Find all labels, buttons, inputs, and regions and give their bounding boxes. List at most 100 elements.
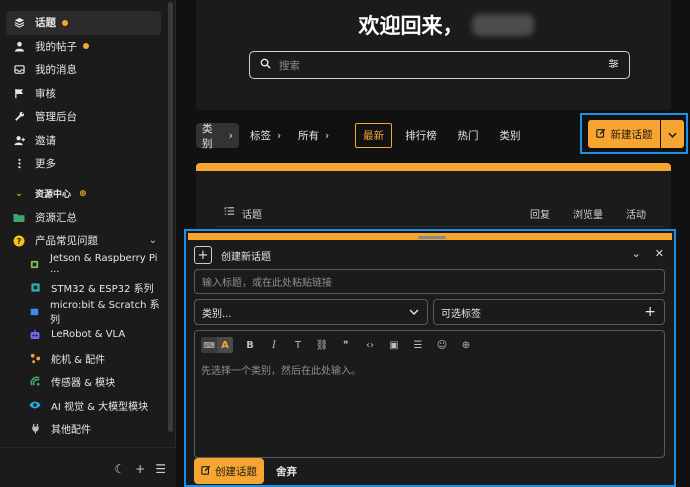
sidebar-item-invite[interactable]: 邀请 bbox=[6, 129, 161, 153]
create-topic-label: 创建话题 bbox=[215, 465, 257, 478]
chevron-down-icon: ⌄ bbox=[15, 188, 23, 199]
unread-dot bbox=[62, 19, 68, 26]
keyboard-icon[interactable]: ⌨ bbox=[201, 337, 217, 353]
editor-placeholder: 先选择一个类别，然后在此处输入。 bbox=[201, 366, 361, 377]
sidebar-item-label: LeRobot & VLA bbox=[51, 329, 126, 341]
sidebar-item-topics[interactable]: 话题 bbox=[6, 11, 161, 35]
rich-text-icon[interactable]: A bbox=[217, 337, 233, 353]
composer-editor[interactable]: ⌨ A B I T ⛓ ❞ ‹› ▣ ☰ ☺ ⊕ 先选择一个类别，然后在此处输入… bbox=[194, 330, 665, 458]
new-topic-button[interactable]: 新建话题 bbox=[588, 120, 660, 148]
sidebar-section-resources[interactable]: ⌄ 资源中心 ⊕ bbox=[6, 182, 161, 206]
list-icon[interactable]: ☰ bbox=[411, 340, 425, 351]
edit-icon bbox=[201, 465, 211, 478]
sidebar-item-faq[interactable]: ? 产品常见问题 ⌄ bbox=[6, 229, 161, 253]
tags-select[interactable]: 可选标签 + bbox=[433, 299, 665, 325]
filter-category[interactable]: 类别 › bbox=[196, 123, 239, 150]
category-select[interactable]: 类别... bbox=[194, 299, 428, 325]
discard-button[interactable]: 舍弃 bbox=[276, 464, 297, 479]
plus-icon[interactable]: + bbox=[194, 246, 212, 264]
moon-icon[interactable]: ☾ bbox=[114, 462, 125, 476]
question-icon: ? bbox=[12, 234, 26, 248]
search-input[interactable]: 搜索 bbox=[249, 51, 630, 79]
tab-hot[interactable]: 热门 bbox=[454, 123, 482, 148]
create-topic-button[interactable]: 创建话题 bbox=[194, 458, 264, 484]
menu-icon[interactable]: ☰ bbox=[155, 462, 166, 476]
new-topic-label: 新建话题 bbox=[610, 128, 653, 141]
flag-icon bbox=[12, 86, 26, 100]
chevron-right-icon: › bbox=[277, 129, 282, 142]
sensor-icon bbox=[28, 375, 42, 389]
sidebar-item-resources-summary[interactable]: 资源汇总 bbox=[6, 206, 161, 230]
sidebar-item-my-messages[interactable]: 我的消息 bbox=[6, 58, 161, 82]
search-filter-icon[interactable] bbox=[608, 58, 619, 72]
column-activity[interactable]: 活动 bbox=[626, 206, 646, 221]
layers-icon bbox=[12, 16, 26, 30]
collapse-icon[interactable]: ⌄ bbox=[632, 247, 641, 260]
sidebar-item-label: STM32 & ESP32 系列 bbox=[51, 284, 154, 296]
sidebar-item-admin[interactable]: 管理后台 bbox=[6, 105, 161, 129]
sidebar-item-label: 管理后台 bbox=[35, 111, 77, 124]
link-icon[interactable]: ⛓ bbox=[315, 340, 329, 351]
sidebar-item-label: 传感器 & 模块 bbox=[51, 378, 116, 390]
sidebar-subitem-lerobot[interactable]: LeRobot & VLA bbox=[6, 323, 161, 347]
new-topic-dropdown[interactable] bbox=[661, 120, 684, 148]
list-icon[interactable] bbox=[224, 206, 235, 219]
code-icon[interactable]: ‹› bbox=[363, 340, 377, 351]
sidebar-subitem-other[interactable]: 其他配件 bbox=[6, 417, 161, 441]
sidebar-item-more[interactable]: 更多 bbox=[6, 152, 161, 176]
sidebar-item-label: AI 视觉 & 大模型模块 bbox=[51, 401, 149, 413]
grip-handle[interactable] bbox=[418, 236, 446, 239]
close-icon[interactable]: ✕ bbox=[655, 247, 664, 260]
filter-tags[interactable]: 标签 › bbox=[244, 123, 288, 148]
sidebar-subitem-microbit[interactable]: micro:bit & Scratch 系列 bbox=[6, 300, 161, 326]
composer: + 创建新话题 ⌄ ✕ 输入标题，或在此处粘贴链接 类别... 可选标签 + ⌨… bbox=[184, 229, 676, 487]
column-topic[interactable]: 话题 bbox=[242, 206, 262, 221]
unread-dot bbox=[83, 43, 89, 50]
servo-icon bbox=[28, 351, 42, 365]
plus-icon: + bbox=[644, 304, 656, 320]
title-input[interactable]: 输入标题，或在此处粘贴链接 bbox=[194, 269, 665, 294]
sidebar-item-my-posts[interactable]: 我的帖子 bbox=[6, 35, 161, 59]
filter-all-label: 所有 bbox=[298, 130, 319, 142]
plus-icon[interactable]: + bbox=[135, 462, 145, 476]
search-placeholder: 搜索 bbox=[279, 59, 300, 72]
tab-leaderboard[interactable]: 排行榜 bbox=[402, 123, 440, 148]
welcome-banner: 欢迎回来， 搜索 bbox=[196, 0, 671, 110]
composer-resize-bar[interactable] bbox=[188, 233, 672, 240]
add-icon[interactable]: ⊕ bbox=[459, 340, 473, 351]
image-icon[interactable]: ▣ bbox=[387, 340, 401, 351]
editor-mode-toggle[interactable]: ⌨ A bbox=[201, 337, 233, 353]
chevron-right-icon: › bbox=[325, 129, 330, 142]
italic-icon[interactable]: I bbox=[267, 340, 281, 351]
sidebar-scrollbar[interactable] bbox=[168, 2, 173, 432]
plug-icon bbox=[28, 422, 42, 436]
heading-icon[interactable]: T bbox=[291, 340, 305, 351]
sidebar-item-label: 话题 bbox=[35, 17, 56, 30]
sidebar-subitem-jetson[interactable]: Jetson & Raspberry Pi ... bbox=[6, 253, 161, 277]
sidebar-subitem-sensor[interactable]: 传感器 & 模块 bbox=[6, 370, 161, 394]
filter-all[interactable]: 所有 › bbox=[292, 123, 336, 148]
sidebar-item-label: Jetson & Raspberry Pi ... bbox=[49, 253, 158, 276]
quote-icon[interactable]: ❞ bbox=[339, 340, 353, 351]
sidebar-footer: ☾ + ☰ bbox=[0, 447, 176, 487]
chevron-down-icon[interactable]: ⌄ bbox=[149, 235, 157, 246]
sidebar-list: 话题 我的帖子 我的消息 审核 管理后台 邀请 更多 ⌄ 资源中心 ⊕ 资源汇总… bbox=[6, 11, 161, 441]
sidebar-subitem-ai-vision[interactable]: AI 视觉 & 大模型模块 bbox=[6, 394, 161, 418]
sidebar-item-label: 资源汇总 bbox=[35, 211, 77, 224]
puzzle-icon bbox=[28, 304, 41, 318]
sidebar-item-label: 更多 bbox=[35, 158, 56, 171]
sidebar-subitem-servo[interactable]: 舵机 & 配件 bbox=[6, 347, 161, 371]
edit-icon bbox=[595, 128, 606, 141]
new-topic-group: 新建话题 bbox=[580, 113, 688, 154]
topic-list-header: 话题 回复 浏览量 活动 bbox=[216, 199, 663, 227]
robot-icon bbox=[28, 328, 42, 342]
column-replies[interactable]: 回复 bbox=[530, 206, 550, 221]
more-icon bbox=[12, 157, 26, 171]
tab-categories[interactable]: 类别 bbox=[496, 123, 524, 148]
tab-latest[interactable]: 最新 bbox=[355, 123, 392, 148]
bold-icon[interactable]: B bbox=[243, 340, 257, 351]
column-views[interactable]: 浏览量 bbox=[573, 206, 603, 221]
emoji-icon[interactable]: ☺ bbox=[435, 340, 449, 351]
sidebar-item-review[interactable]: 审核 bbox=[6, 82, 161, 106]
search-icon bbox=[260, 58, 271, 72]
